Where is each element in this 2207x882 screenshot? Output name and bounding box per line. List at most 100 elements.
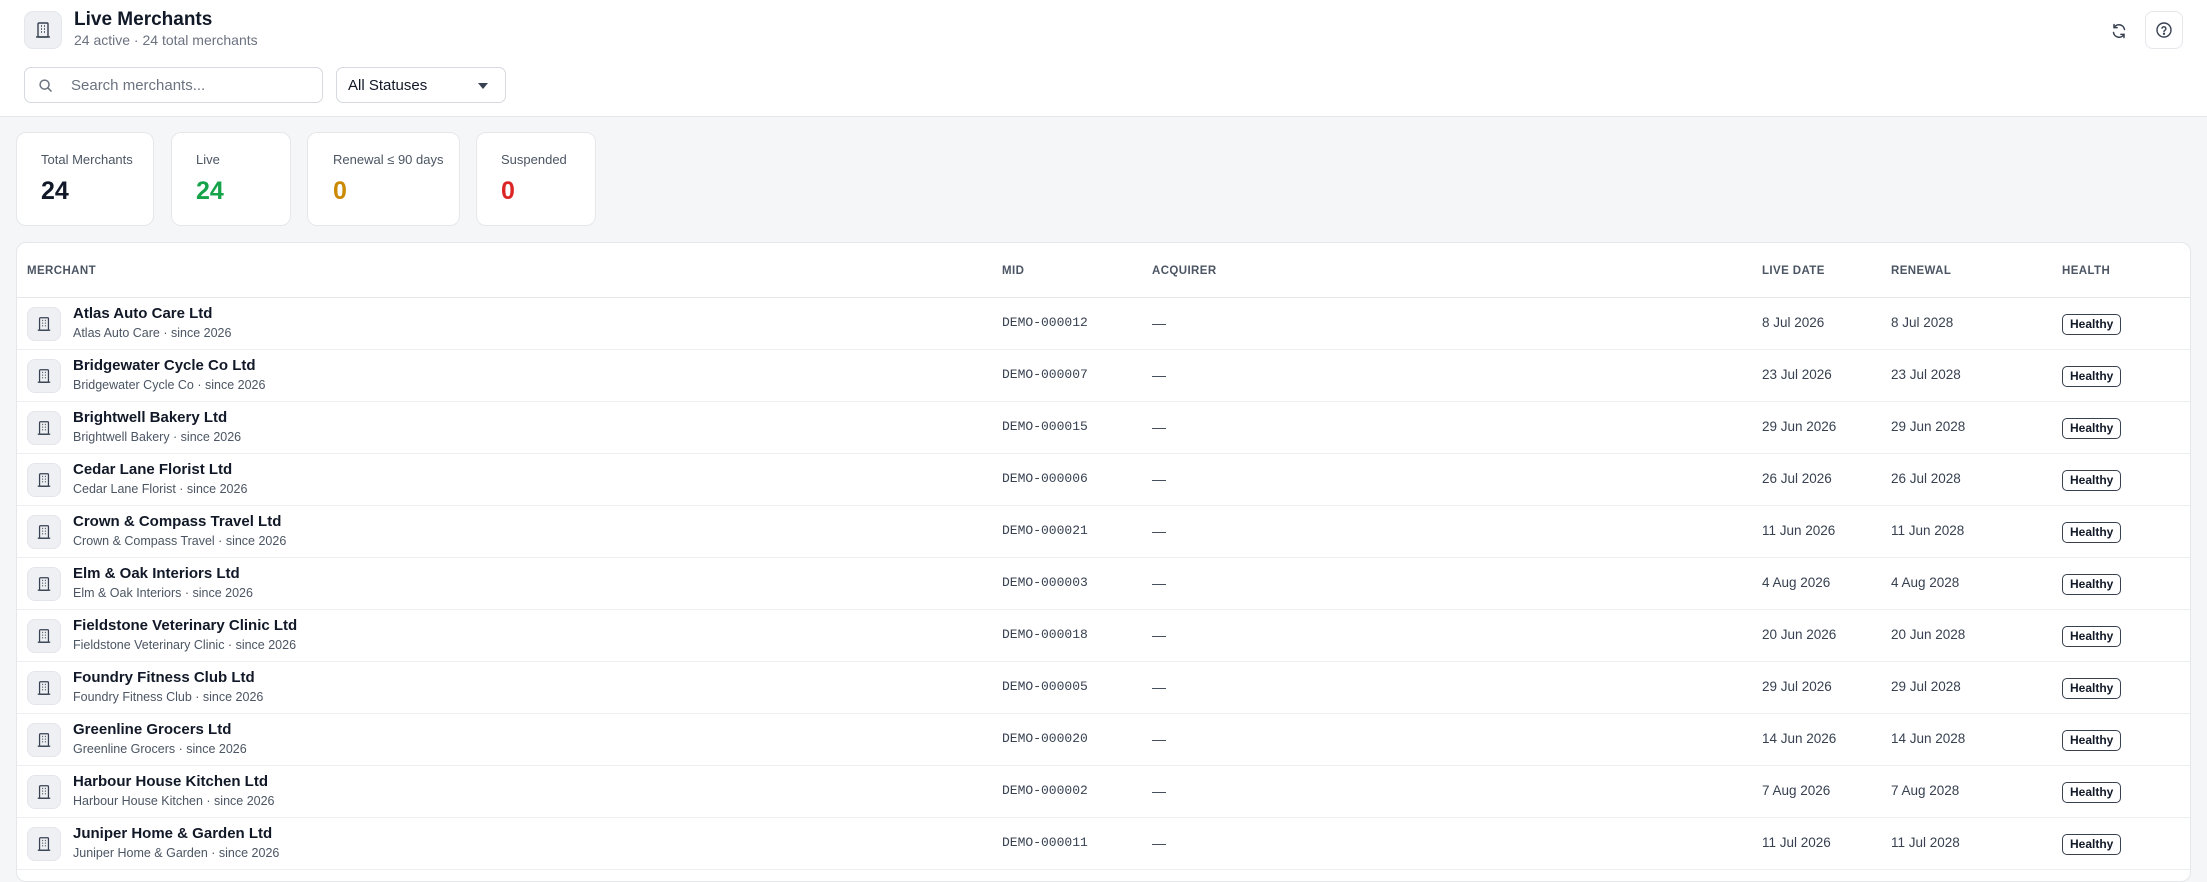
table-row[interactable]: Greenline Grocers Ltd Greenline Grocers ·… [17, 714, 2190, 766]
merchant-renewal-date: 29 Jul 2028 [1891, 679, 1961, 694]
stat-label: Suspended [501, 152, 567, 167]
table-row[interactable]: Bridgewater Cycle Co Ltd Bridgewater Cycl… [17, 350, 2190, 402]
merchant-live-date: 11 Jun 2026 [1762, 523, 1836, 538]
merchant-mid: DEMO-000012 [1002, 315, 1088, 330]
table-row[interactable]: Foundry Fitness Club Ltd Foundry Fitness … [17, 662, 2190, 714]
merchants-table: MERCHANT MID ACQUIRER LIVE DATE RENEWAL … [16, 242, 2191, 882]
merchant-name[interactable]: Cedar Lane Florist Ltd [73, 461, 232, 478]
stat-card-total-merchants: Total Merchants 24 [16, 132, 154, 226]
merchant-acquirer: — [1152, 523, 1166, 539]
col-header-health[interactable]: HEALTH [2062, 265, 2110, 277]
merchant-name[interactable]: Greenline Grocers Ltd [73, 721, 231, 738]
page-title: Live Merchants [74, 9, 213, 30]
health-badge: Healthy [2062, 834, 2122, 855]
health-badge: Healthy [2062, 626, 2122, 647]
table-row[interactable]: Elm & Oak Interiors Ltd Elm & Oak Interio… [17, 558, 2190, 610]
merchant-live-date: 14 Jun 2026 [1762, 731, 1837, 746]
col-header-acquirer[interactable]: ACQUIRER [1152, 265, 1217, 277]
col-header-live-date[interactable]: LIVE DATE [1762, 265, 1825, 277]
merchant-mid: DEMO-000021 [1002, 523, 1088, 538]
building-icon [27, 827, 61, 861]
merchant-name[interactable]: Crown & Compass Travel Ltd [73, 513, 281, 530]
merchant-subtitle: Elm & Oak Interiors · since 2026 [73, 586, 253, 600]
merchant-mid: DEMO-000018 [1002, 627, 1088, 642]
health-badge: Healthy [2062, 678, 2122, 699]
help-button[interactable] [2145, 11, 2183, 49]
building-icon [27, 463, 61, 497]
merchant-subtitle: Crown & Compass Travel · since 2026 [73, 534, 287, 548]
merchant-renewal-date: 4 Aug 2028 [1891, 575, 1960, 590]
merchant-subtitle: Cedar Lane Florist · since 2026 [73, 482, 248, 496]
health-badge: Healthy [2062, 574, 2122, 595]
stat-card-suspended: Suspended 0 [476, 132, 596, 226]
merchant-renewal-date: 29 Jun 2028 [1891, 419, 1966, 434]
merchant-name[interactable]: Atlas Auto Care Ltd [73, 305, 212, 322]
merchant-name[interactable]: Bridgewater Cycle Co Ltd [73, 357, 256, 374]
stat-label: Renewal ≤ 90 days [333, 152, 444, 167]
building-icon [27, 567, 61, 601]
merchant-renewal-date: 14 Jun 2028 [1891, 731, 1966, 746]
building-icon [27, 671, 61, 705]
merchant-name[interactable]: Foundry Fitness Club Ltd [73, 669, 255, 686]
merchant-acquirer: — [1152, 835, 1166, 851]
merchant-live-date: 4 Aug 2026 [1762, 575, 1831, 590]
stat-card-renewal: Renewal ≤ 90 days 0 [307, 132, 460, 226]
table-row[interactable]: Brightwell Bakery Ltd Brightwell Bakery ·… [17, 402, 2190, 454]
col-header-merchant[interactable]: MERCHANT [27, 265, 96, 277]
merchant-name[interactable]: Fieldstone Veterinary Clinic Ltd [73, 617, 297, 634]
col-header-mid[interactable]: MID [1002, 265, 1024, 277]
merchant-subtitle: Juniper Home & Garden · since 2026 [73, 846, 280, 860]
building-icon [27, 619, 61, 653]
merchant-acquirer: — [1152, 575, 1166, 591]
building-icon [27, 359, 61, 393]
stat-label: Live [196, 152, 220, 167]
merchant-mid: DEMO-000020 [1002, 731, 1088, 746]
health-badge: Healthy [2062, 730, 2122, 751]
merchant-acquirer: — [1152, 471, 1166, 487]
merchant-subtitle: Greenline Grocers · since 2026 [73, 742, 247, 756]
refresh-button[interactable] [2102, 14, 2136, 48]
caret-down-icon [478, 83, 488, 89]
merchant-name[interactable]: Elm & Oak Interiors Ltd [73, 565, 240, 582]
merchant-acquirer: — [1152, 783, 1166, 799]
merchant-renewal-date: 11 Jun 2028 [1891, 523, 1965, 538]
table-row[interactable]: Harbour House Kitchen Ltd Harbour House K… [17, 766, 2190, 818]
merchant-acquirer: — [1152, 679, 1166, 695]
table-row[interactable]: Juniper Home & Garden Ltd Juniper Home & … [17, 818, 2190, 870]
stat-value: 24 [41, 177, 69, 205]
search-input[interactable] [71, 68, 316, 102]
table-row[interactable]: Fieldstone Veterinary Clinic Ltd Fieldsto… [17, 610, 2190, 662]
merchant-live-date: 26 Jul 2026 [1762, 471, 1832, 486]
merchant-name[interactable]: Brightwell Bakery Ltd [73, 409, 227, 426]
stat-value: 0 [501, 177, 515, 205]
merchant-acquirer: — [1152, 627, 1166, 643]
merchant-mid: DEMO-000007 [1002, 367, 1088, 382]
health-badge: Healthy [2062, 782, 2122, 803]
merchant-live-date: 29 Jun 2026 [1762, 419, 1837, 434]
merchant-name[interactable]: Juniper Home & Garden Ltd [73, 825, 272, 842]
merchant-name[interactable]: Harbour House Kitchen Ltd [73, 773, 268, 790]
merchant-renewal-date: 20 Jun 2028 [1891, 627, 1966, 642]
help-circle-icon [2156, 22, 2172, 38]
building-icon [27, 515, 61, 549]
table-row[interactable]: Crown & Compass Travel Ltd Crown & Compas… [17, 506, 2190, 558]
merchant-mid: DEMO-000015 [1002, 419, 1088, 434]
merchant-subtitle: Atlas Auto Care · since 2026 [73, 326, 232, 340]
status-filter-select[interactable]: All Statuses [336, 67, 506, 103]
col-header-renewal[interactable]: RENEWAL [1891, 265, 1951, 277]
merchant-acquirer: — [1152, 315, 1166, 331]
merchant-subtitle: Foundry Fitness Club · since 2026 [73, 690, 264, 704]
merchant-live-date: 8 Jul 2026 [1762, 315, 1825, 330]
table-row[interactable]: Cedar Lane Florist Ltd Cedar Lane Florist… [17, 454, 2190, 506]
health-badge: Healthy [2062, 522, 2122, 543]
table-row[interactable]: Atlas Auto Care Ltd Atlas Auto Care · sin… [17, 298, 2190, 350]
merchant-mid: DEMO-000002 [1002, 783, 1088, 798]
merchant-renewal-date: 26 Jul 2028 [1891, 471, 1961, 486]
page-header: Live Merchants 24 active · 24 total merc… [0, 0, 2207, 117]
health-badge: Healthy [2062, 366, 2122, 387]
health-badge: Healthy [2062, 314, 2122, 335]
building-icon [24, 11, 62, 49]
building-icon [27, 723, 61, 757]
stat-card-live: Live 24 [171, 132, 291, 226]
merchant-acquirer: — [1152, 367, 1166, 383]
